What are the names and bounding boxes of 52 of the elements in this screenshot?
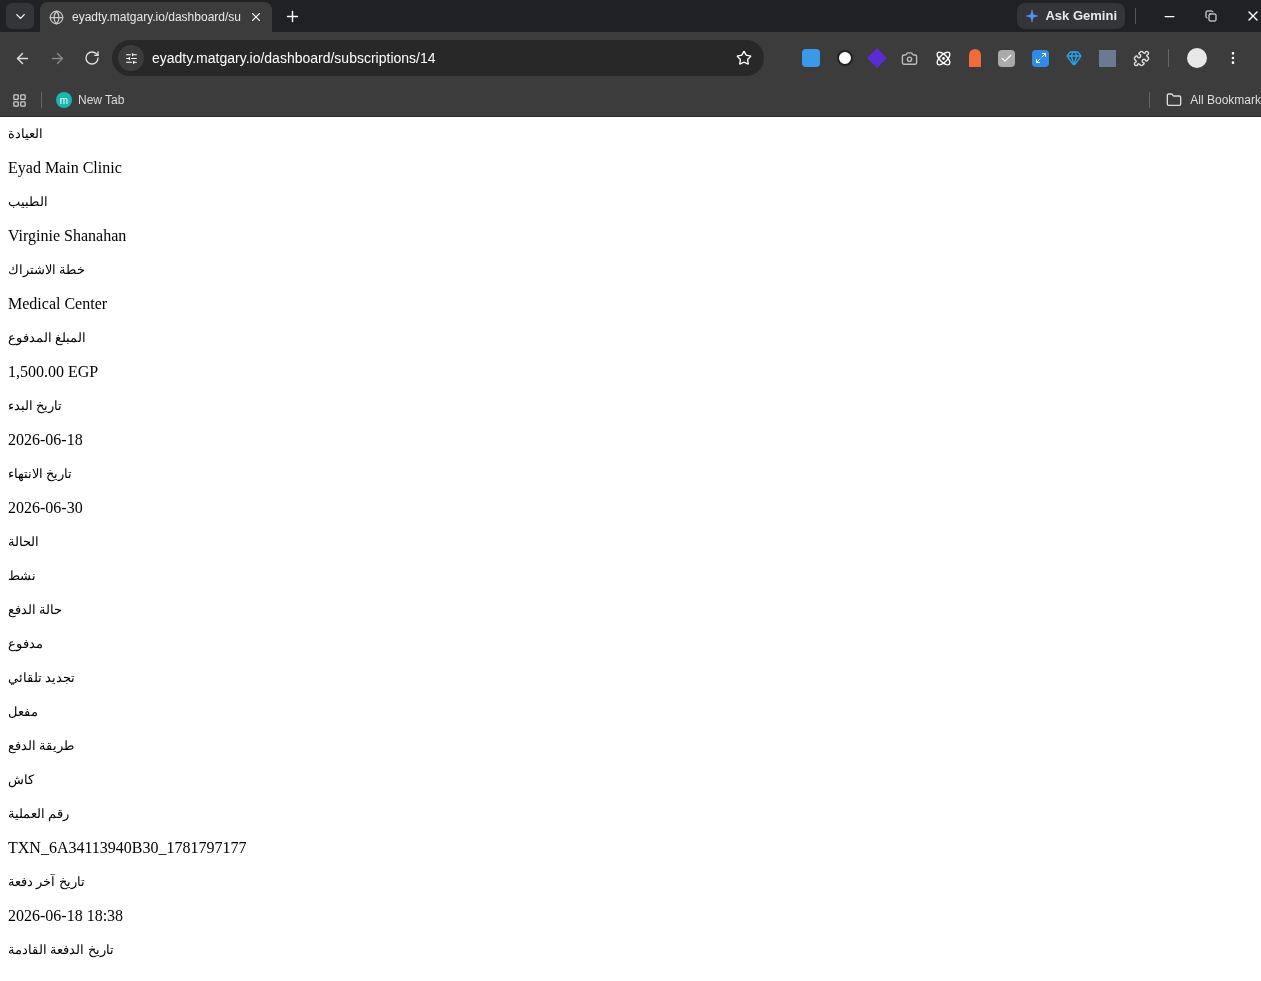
field-label: العيادة	[8, 125, 43, 144]
extensions-icon[interactable]	[1133, 49, 1150, 67]
sparkle-icon	[1025, 9, 1040, 23]
field-label: تاريخ الدفعة القادمة	[8, 941, 114, 960]
field-label: تاريخ آخر دفعة	[8, 873, 85, 892]
camera-icon[interactable]	[901, 49, 918, 67]
field-label: الطبيب	[8, 193, 48, 212]
gem-icon[interactable]	[1066, 50, 1082, 66]
field-value: Virginie Shanahan	[8, 226, 127, 247]
field-label: طريقة الدفع	[8, 737, 75, 756]
url-text: eyadty.matgary.io/dashboard/subscriptions/14	[152, 48, 437, 68]
browser-tab[interactable]: eyadty.matgary.io/dashboard/su	[40, 2, 272, 32]
field-value: نشط	[8, 567, 36, 586]
close-icon[interactable]	[249, 10, 263, 24]
bookmark-label: New Tab	[78, 92, 125, 109]
extension-icon[interactable]	[837, 50, 853, 66]
field-value: مفعل	[8, 703, 38, 722]
field-value: Eyad Main Clinic	[8, 158, 122, 179]
tab-search-button[interactable]	[6, 3, 34, 29]
field-label: المبلغ المدفوع	[8, 329, 87, 348]
avatar[interactable]	[1187, 48, 1207, 68]
field-label: حالة الدفع	[8, 601, 63, 620]
reload-icon[interactable]	[84, 50, 100, 66]
field-value: 2026-06-30	[8, 498, 83, 518]
field-value: كاش	[8, 771, 34, 790]
field-label: تجديد تلقائي	[8, 669, 76, 688]
field-label: تاريخ الانتهاء	[8, 465, 73, 484]
globe-icon	[49, 9, 64, 25]
expand-icon[interactable]	[1032, 49, 1049, 67]
field-label: رقم العملية	[8, 805, 70, 824]
site-info-icon[interactable]	[124, 51, 138, 65]
field-value: Medical Center	[8, 294, 108, 314]
field-value: 2026-06-18	[8, 430, 83, 450]
field-label: الحالة	[8, 533, 39, 552]
field-label: خطة الاشتراك	[8, 261, 86, 280]
all-bookmarks-button[interactable]: All Bookmark	[1166, 91, 1261, 109]
folder-icon	[1166, 92, 1183, 108]
bookmark-star-icon[interactable]	[736, 50, 752, 66]
apps-icon[interactable]	[12, 92, 27, 108]
tab-title: eyadty.matgary.io/dashboard/su	[72, 9, 241, 26]
address-bar[interactable]: eyadty.matgary.io/dashboard/subscriptions/14	[112, 40, 764, 76]
field-value: مدفوع	[8, 635, 43, 654]
bookmark-favicon: m	[56, 92, 72, 108]
field-label: تاريخ البدء	[8, 397, 63, 416]
field-value: TXN_6A34113940B30_1781797177	[8, 838, 247, 858]
ask-button[interactable]: Ask Gemini	[1017, 3, 1125, 29]
field-value: 2026-06-18 18:38	[8, 906, 124, 926]
bookmark-item[interactable]: m New Tab	[56, 91, 125, 109]
field-value: 1,500.00 EGP	[8, 362, 99, 382]
restore-icon[interactable]	[1205, 10, 1217, 22]
check-icon[interactable]	[998, 49, 1015, 67]
atom-icon[interactable]	[935, 49, 952, 67]
